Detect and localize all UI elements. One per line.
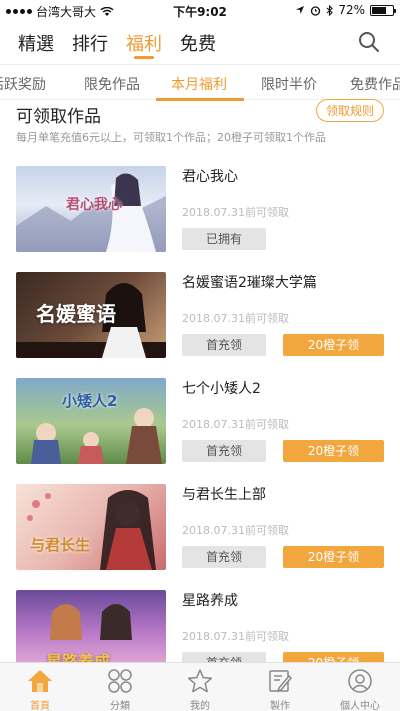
status-bar: 台湾大哥大 下午9:02 72% <box>0 0 400 20</box>
subtab-limited-free[interactable]: 限免作品 <box>84 74 140 94</box>
tab-category[interactable]: 分類 <box>80 663 160 711</box>
tab-welfare[interactable]: 福利 <box>126 30 162 56</box>
item-title: 星路养成 <box>182 593 238 609</box>
sub-tab-bar: 活跃奖励 限免作品 本月福利 限时半价 免费作品 <box>0 64 400 101</box>
tab-home[interactable]: 首頁 <box>0 663 80 711</box>
subtab-monthly-welfare[interactable]: 本月福利 <box>171 74 227 94</box>
bluetooth-icon <box>326 4 334 16</box>
tab-label: 個人中心 <box>340 701 380 711</box>
tab-label: 我的 <box>190 701 210 711</box>
subtab-active-reward[interactable]: 活跃奖励 <box>0 74 46 94</box>
list-item[interactable]: 君心我心 君心我心 2018.07.31前可领取 已拥有 <box>0 162 400 262</box>
cover-image[interactable]: 与君长生 <box>16 484 166 570</box>
item-date: 2018.07.31前可领取 <box>182 312 289 325</box>
item-title: 七个小矮人2 <box>182 381 261 397</box>
orange-claim-button[interactable]: 20橙子领 <box>283 546 384 568</box>
rules-button[interactable]: 领取规则 <box>315 99 384 122</box>
active-subtab-indicator <box>156 98 244 101</box>
orange-claim-button[interactable]: 20橙子领 <box>283 440 384 462</box>
owned-button[interactable]: 已拥有 <box>182 228 266 250</box>
tab-label: 分類 <box>110 701 130 711</box>
tab-featured[interactable]: 精選 <box>18 30 54 56</box>
profile-icon <box>348 669 372 693</box>
tab-ranking[interactable]: 排行 <box>72 30 108 56</box>
first-charge-button[interactable]: 首充领 <box>182 440 266 462</box>
subtab-free-works[interactable]: 免费作品 <box>350 74 400 94</box>
item-date: 2018.07.31前可领取 <box>182 418 289 431</box>
cover-image[interactable]: 小矮人2 <box>16 378 166 464</box>
cover-text: 名媛蜜语 <box>36 302 116 326</box>
item-date: 2018.07.31前可领取 <box>182 206 289 219</box>
alarm-icon <box>311 5 321 16</box>
battery-icon <box>370 4 396 16</box>
list-item[interactable]: 名媛蜜语 名媛蜜语2璀璨大学篇 2018.07.31前可领取 首充领 20橙子领 <box>0 268 400 368</box>
top-nav: 精選 排行 福利 免费 <box>0 22 400 62</box>
battery-percent: 72% <box>338 3 365 17</box>
cover-text: 小矮人2 <box>62 392 118 410</box>
item-title: 名媛蜜语2璀璨大学篇 <box>182 275 317 291</box>
home-icon <box>28 670 52 692</box>
cover-image[interactable]: 君心我心 <box>16 166 166 252</box>
search-icon[interactable] <box>358 31 380 53</box>
tab-free[interactable]: 免费 <box>180 30 216 56</box>
status-right: 72% <box>295 3 396 17</box>
cover-image[interactable]: 名媛蜜语 <box>16 272 166 358</box>
location-icon <box>296 6 305 14</box>
first-charge-button[interactable]: 首充领 <box>182 546 266 568</box>
orange-claim-button[interactable]: 20橙子领 <box>283 334 384 356</box>
item-title: 君心我心 <box>182 169 238 185</box>
bottom-tab-bar: 首頁 分類 我的 製作 個人中心 <box>0 662 400 711</box>
list-item[interactable]: 与君长生 与君长生上部 2018.07.31前可领取 首充领 20橙子领 <box>0 480 400 580</box>
item-date: 2018.07.31前可领取 <box>182 630 289 643</box>
first-charge-button[interactable]: 首充领 <box>182 334 266 356</box>
active-tab-indicator <box>134 56 154 59</box>
tab-label: 首頁 <box>30 701 50 711</box>
subtab-half-price[interactable]: 限时半价 <box>261 74 317 94</box>
star-icon <box>187 669 213 693</box>
tab-create[interactable]: 製作 <box>240 663 320 711</box>
cover-text: 与君长生 <box>30 536 91 554</box>
section-description: 每月单笔充值6元以上，可领取1个作品；20橙子可领取1个作品 <box>16 131 326 144</box>
item-date: 2018.07.31前可领取 <box>182 524 289 537</box>
tab-profile[interactable]: 個人中心 <box>320 663 400 711</box>
cover-text: 君心我心 <box>66 197 122 213</box>
list-item[interactable]: 小矮人2 七个小矮人2 2018.07.31前可领取 首充领 20橙子领 <box>0 374 400 474</box>
section-title: 可领取作品 <box>16 107 101 127</box>
edit-icon <box>269 670 293 693</box>
tab-mine[interactable]: 我的 <box>160 663 240 711</box>
tab-label: 製作 <box>270 701 290 711</box>
item-title: 与君长生上部 <box>182 487 266 503</box>
grid-icon <box>108 669 132 693</box>
